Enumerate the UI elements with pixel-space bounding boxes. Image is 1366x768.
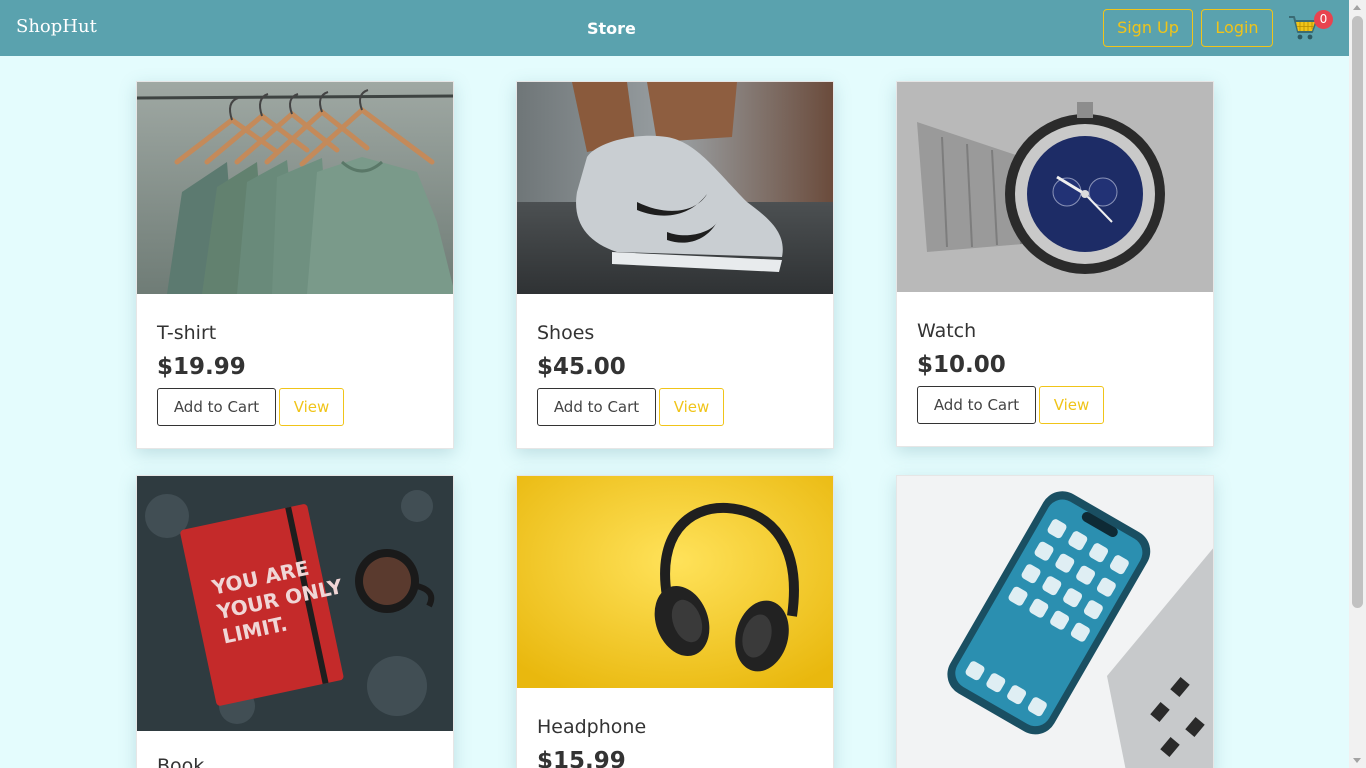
add-to-cart-button[interactable]: Add to Cart: [157, 388, 276, 426]
cart-count-badge: 0: [1314, 10, 1333, 29]
product-image-headphone[interactable]: [517, 476, 833, 688]
scroll-down-arrow-icon[interactable]: [1353, 758, 1361, 763]
product-price: $19.99: [157, 354, 246, 380]
product-name: Book: [157, 755, 205, 768]
product-card: [896, 475, 1214, 768]
brand-logo[interactable]: ShopHut: [16, 16, 97, 37]
view-button[interactable]: View: [279, 388, 344, 426]
product-name: Shoes: [537, 322, 595, 344]
view-button[interactable]: View: [1039, 386, 1104, 424]
product-card: YOU ARE YOUR ONLY LIMIT. Book: [136, 475, 454, 768]
product-card: T-shirt $19.99 Add to Cart View: [136, 81, 454, 449]
product-image-watch[interactable]: [897, 82, 1213, 292]
view-button[interactable]: View: [659, 388, 724, 426]
login-button[interactable]: Login: [1201, 9, 1273, 47]
scroll-thumb[interactable]: [1352, 16, 1363, 608]
product-image-phone[interactable]: [897, 476, 1213, 768]
product-name: Watch: [917, 320, 977, 342]
product-card: Shoes $45.00 Add to Cart View: [516, 81, 834, 449]
product-price: $10.00: [917, 352, 1006, 378]
product-card: Headphone $15.99: [516, 475, 834, 768]
product-card: Watch $10.00 Add to Cart View: [896, 81, 1214, 447]
nav-link-store[interactable]: Store: [587, 19, 636, 38]
navbar: ShopHut Store Sign Up Login 0: [0, 0, 1349, 56]
scroll-up-arrow-icon[interactable]: [1353, 5, 1361, 10]
add-to-cart-button[interactable]: Add to Cart: [537, 388, 656, 426]
product-image-tshirt[interactable]: [137, 82, 453, 294]
product-price: $15.99: [537, 748, 626, 768]
scrollbar[interactable]: [1349, 0, 1366, 768]
product-name: Headphone: [537, 716, 647, 738]
product-name: T-shirt: [157, 322, 217, 344]
add-to-cart-button[interactable]: Add to Cart: [917, 386, 1036, 424]
product-price: $45.00: [537, 354, 626, 380]
product-image-shoes[interactable]: [517, 82, 833, 294]
signup-button[interactable]: Sign Up: [1103, 9, 1193, 47]
product-image-book[interactable]: YOU ARE YOUR ONLY LIMIT.: [137, 476, 453, 731]
